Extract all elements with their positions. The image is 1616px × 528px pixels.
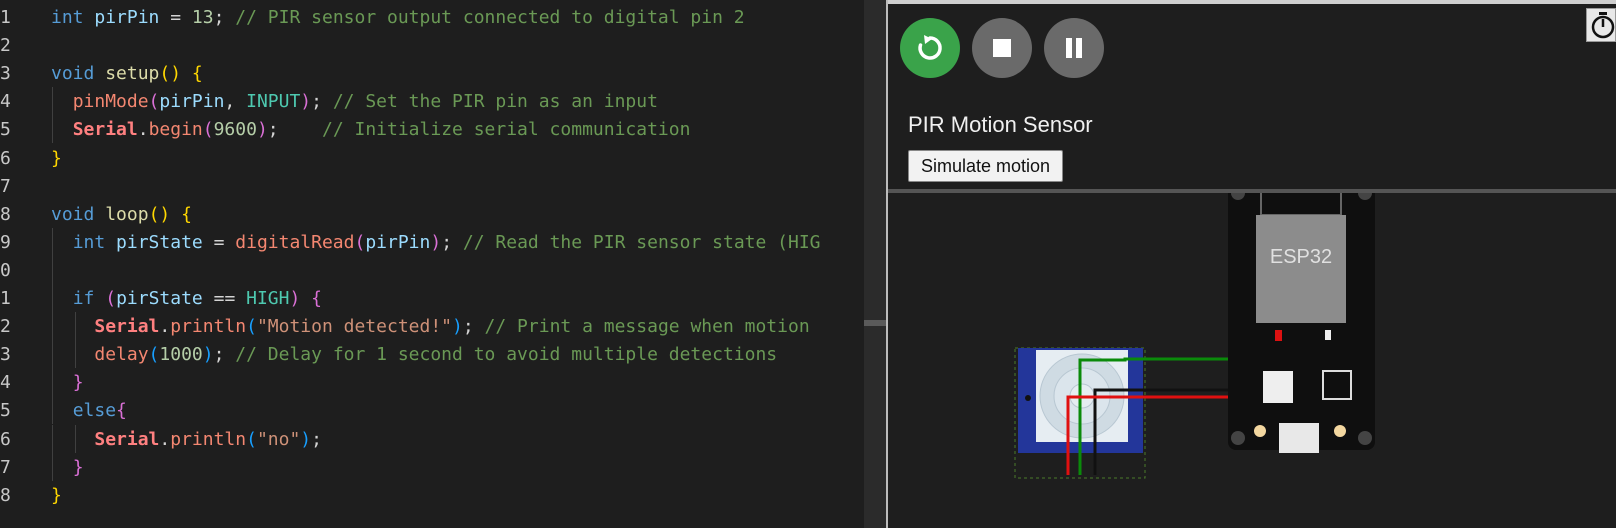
timer-icon[interactable] xyxy=(1586,8,1616,42)
indent-guide xyxy=(52,255,53,284)
esp32-label: ESP32 xyxy=(1270,246,1332,268)
indent-guide xyxy=(52,284,53,313)
pause-button[interactable] xyxy=(1044,18,1104,78)
line-number: 3 xyxy=(0,63,11,85)
indent-guide xyxy=(52,312,53,341)
sim-top-border xyxy=(888,0,1616,4)
code-text[interactable]: delay(1000); // Delay for 1 second to av… xyxy=(51,340,777,369)
pause-icon xyxy=(1066,38,1082,58)
line-number: 2 xyxy=(0,35,11,57)
simulate-motion-button[interactable]: Simulate motion xyxy=(908,150,1064,182)
line-number: 7 xyxy=(0,175,11,197)
code-editor[interactable]: 1 int pirPin = 13; // PIR sensor output c… xyxy=(0,0,864,528)
code-text[interactable]: pinMode(pirPin, INPUT); // Set the PIR p… xyxy=(51,87,658,116)
indent-guide xyxy=(52,368,53,397)
line-number: 8 xyxy=(0,203,11,225)
code-text[interactable]: int pirPin = 13; // PIR sensor output co… xyxy=(51,3,745,32)
line-number: 4 xyxy=(0,91,11,113)
circuit-canvas[interactable]: ESP32 xyxy=(888,184,1616,528)
line-number: 5 xyxy=(0,119,11,141)
code-text[interactable]: else{ xyxy=(51,396,127,425)
esp32-board[interactable]: ESP32 xyxy=(1228,184,1375,453)
code-text[interactable]: void setup() { xyxy=(51,59,203,88)
indent-guide xyxy=(52,340,53,369)
scrollbar-thumb[interactable] xyxy=(864,320,886,326)
indent-guide xyxy=(74,340,76,369)
indent-guide xyxy=(52,87,53,116)
restart-icon xyxy=(918,35,942,60)
indent-guide xyxy=(74,312,76,341)
editor-scrollbar[interactable] xyxy=(864,0,886,528)
line-number: 1 xyxy=(0,7,11,28)
line-number: 6 xyxy=(0,428,11,450)
indent-guide xyxy=(52,396,53,425)
indent-guide xyxy=(52,424,53,453)
line-number: 9 xyxy=(0,231,11,253)
line-number: 6 xyxy=(0,147,11,169)
stop-icon xyxy=(993,39,1011,57)
restart-button[interactable] xyxy=(900,18,960,78)
indent-guide xyxy=(74,424,76,453)
part-title: PIR Motion Sensor xyxy=(908,112,1093,137)
code-text[interactable]: void loop() { xyxy=(51,200,192,229)
indent-guide xyxy=(52,115,53,144)
code-text[interactable]: Serial.begin(9600); // Initialize serial… xyxy=(51,115,691,144)
code-text[interactable]: } xyxy=(51,368,84,397)
stop-button[interactable] xyxy=(972,18,1032,78)
line-number: 1 xyxy=(0,288,11,309)
code-text[interactable]: Serial.println("Motion detected!"); // P… xyxy=(51,312,809,341)
indent-guide xyxy=(52,452,53,481)
line-number: 5 xyxy=(0,400,11,422)
code-text[interactable]: int pirState = digitalRead(pirPin); // R… xyxy=(51,228,821,257)
line-number: 0 xyxy=(0,259,11,281)
line-number: 7 xyxy=(0,456,11,478)
line-number: 3 xyxy=(0,344,11,366)
code-text[interactable]: if (pirState == HIGH) { xyxy=(51,284,322,313)
code-text[interactable]: } xyxy=(51,144,62,173)
line-number: 4 xyxy=(0,372,11,394)
line-number: 2 xyxy=(0,316,11,338)
simulation-pane: PIR Motion Sensor Simulate motion ESP32 xyxy=(888,0,1616,528)
line-number: 8 xyxy=(0,484,11,506)
indent-guide xyxy=(52,227,53,256)
code-text[interactable]: Serial.println("no"); xyxy=(51,425,322,454)
code-text[interactable]: } xyxy=(51,453,84,482)
code-text[interactable]: } xyxy=(51,481,62,510)
